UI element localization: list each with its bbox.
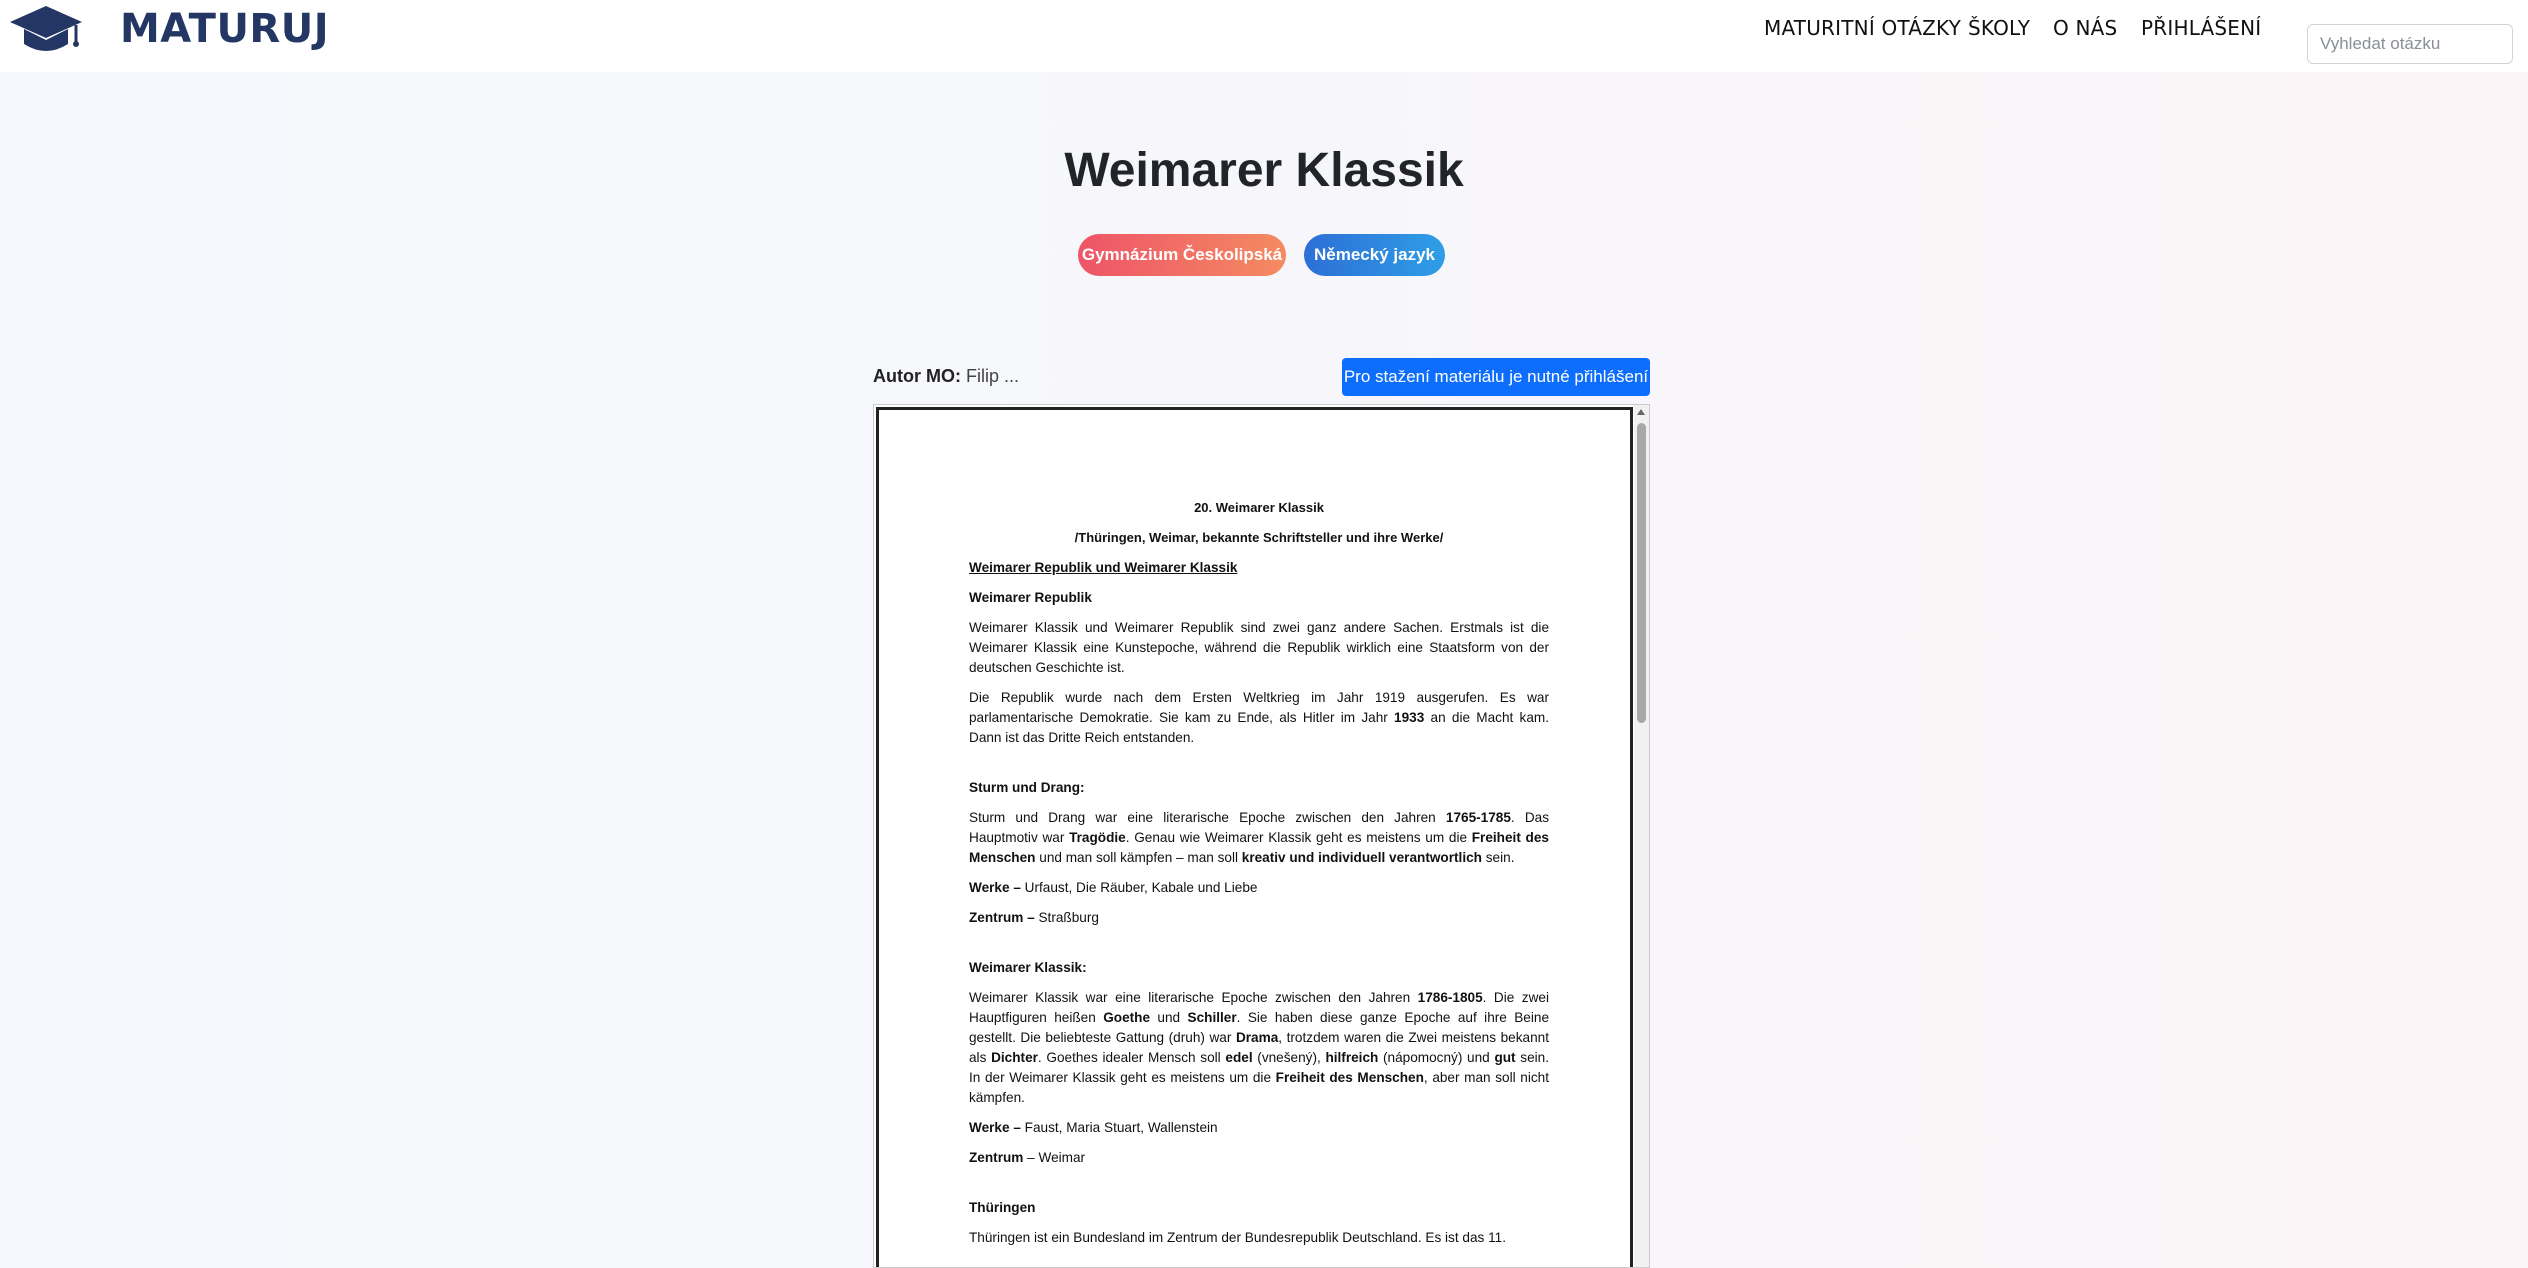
author-label: Autor MO: (873, 366, 961, 386)
download-login-button[interactable]: Pro stažení materiálu je nutné přihlášen… (1342, 358, 1650, 396)
doc-heading: 20. Weimarer Klassik (1194, 500, 1324, 515)
nav-links: MATURITNÍ OTÁZKY ŠKOLY O NÁS PŘIHLÁŠENÍ (0, 16, 2528, 64)
doc-section-title: Weimarer Klassik: (969, 960, 1087, 975)
doc-section-title: Sturm und Drang: (969, 780, 1085, 795)
doc-paragraph: Sturm und Drang war eine literarische Ep… (969, 810, 1549, 865)
doc-section-subtitle: Weimarer Republik (969, 590, 1092, 605)
page-title: Weimarer Klassik (1064, 144, 1464, 197)
search-input[interactable] (2307, 24, 2513, 64)
doc-paragraph: Die Republik wurde nach dem Ersten Weltk… (969, 690, 1549, 745)
doc-section-title: Weimarer Republik und Weimarer Klassik (969, 560, 1238, 575)
doc-section-title: Thüringen (969, 1200, 1036, 1215)
doc-paragraph: Weimarer Klassik war eine literarische E… (969, 990, 1549, 1105)
scroll-up-arrow-icon[interactable] (1637, 409, 1645, 415)
subject-badge[interactable]: Německý jazyk (1304, 234, 1445, 276)
nav-item-skoly[interactable]: ŠKOLY (1968, 16, 2030, 40)
scroll-thumb[interactable] (1637, 423, 1646, 723)
document-viewer[interactable]: 20. Weimarer Klassik /Thüringen, Weimar,… (873, 404, 1650, 1268)
doc-subheading: /Thüringen, Weimar, bekannte Schriftstel… (1074, 530, 1444, 545)
nav-item-maturitni-otazky[interactable]: MATURITNÍ OTÁZKY (1764, 16, 1961, 40)
nav-item-prihlaseni[interactable]: PŘIHLÁŠENÍ (2141, 16, 2261, 40)
school-badge[interactable]: Gymnázium Českolipská (1078, 234, 1286, 276)
author-name: Filip ... (966, 366, 1020, 386)
viewer-scrollbar[interactable] (1634, 405, 1649, 1267)
doc-paragraph: Weimarer Klassik und Weimarer Republik s… (969, 620, 1549, 675)
nav-item-o-nas[interactable]: O NÁS (2053, 16, 2117, 40)
doc-line: Werke – Faust, Maria Stuart, Wallenstein (969, 1120, 1218, 1135)
doc-paragraph: Thüringen ist ein Bundesland im Zentrum … (969, 1230, 1506, 1245)
navbar: MATURUJ MATURITNÍ OTÁZKY ŠKOLY O NÁS PŘI… (0, 0, 2528, 72)
doc-line: Werke – Urfaust, Die Räuber, Kabale und … (969, 880, 1258, 895)
doc-line: Zentrum – Weimar (969, 1150, 1086, 1165)
badges: Gymnázium Českolipská Německý jazyk (0, 234, 2528, 276)
document-page: 20. Weimarer Klassik /Thüringen, Weimar,… (876, 407, 1633, 1267)
author-info: Autor MO: Filip ... (873, 366, 1019, 387)
doc-line: Zentrum – Straßburg (969, 910, 1099, 925)
document-content: 20. Weimarer Klassik /Thüringen, Weimar,… (969, 498, 1549, 1258)
